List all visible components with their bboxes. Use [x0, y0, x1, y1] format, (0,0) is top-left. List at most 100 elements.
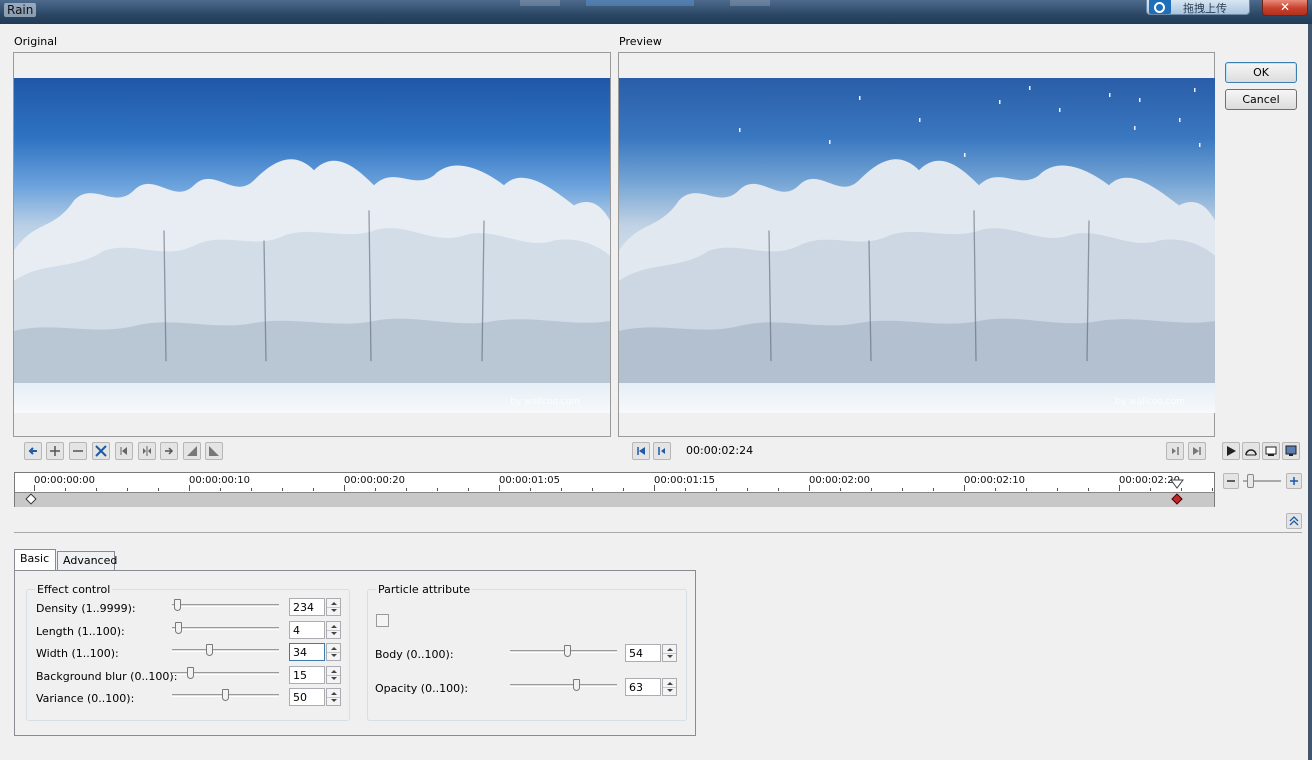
- keyframe-track[interactable]: [15, 492, 1214, 507]
- window-frame-edge: [1308, 24, 1312, 760]
- particle-attribute-spinner[interactable]: [662, 644, 677, 662]
- timeline-major-tick: [189, 485, 190, 491]
- collapse-icon[interactable]: [1286, 513, 1302, 529]
- effect-control-value-input[interactable]: 34: [289, 643, 325, 661]
- particle-attribute-slider-thumb[interactable]: [573, 679, 580, 691]
- step-forward-icon[interactable]: [1166, 442, 1184, 460]
- particle-attribute-value-input[interactable]: 63: [625, 678, 661, 696]
- reverse-keyframes-icon[interactable]: [92, 442, 110, 460]
- effect-control-value-input[interactable]: 234: [289, 598, 325, 616]
- timeline-label: 00:00:00:20: [344, 475, 406, 486]
- tab-basic[interactable]: Basic: [14, 549, 56, 571]
- effect-control-slider-thumb[interactable]: [174, 599, 181, 611]
- timeline-minor-tick: [1088, 488, 1089, 491]
- particle-checkbox[interactable]: [376, 614, 389, 627]
- zoom-slider-thumb[interactable]: [1247, 474, 1254, 488]
- timeline-minor-tick: [65, 488, 66, 491]
- effect-control-value-input[interactable]: 15: [289, 665, 325, 684]
- timeline-minor-tick: [96, 488, 97, 491]
- effect-control-label: Density (1..9999):: [36, 602, 136, 615]
- timeline-minor-tick: [747, 488, 748, 491]
- effect-control-slider-thumb[interactable]: [222, 689, 229, 701]
- effect-control-slider-thumb[interactable]: [187, 666, 194, 679]
- timeline-minor-tick: [1150, 488, 1151, 491]
- particle-attribute-label: Body (0..100):: [375, 648, 454, 661]
- preview-device-icon[interactable]: [1262, 442, 1280, 460]
- preview-watermark: by wallcoo.com: [1115, 397, 1185, 407]
- ok-button[interactable]: OK: [1225, 62, 1297, 83]
- effect-control-slider[interactable]: [172, 604, 279, 607]
- timeline-minor-tick: [1212, 488, 1213, 491]
- tab-advanced[interactable]: Advanced: [57, 551, 117, 571]
- timeline-minor-tick: [313, 488, 314, 491]
- zoom-out-icon[interactable]: [1223, 473, 1239, 489]
- upload-button[interactable]: 拖拽上传: [1146, 0, 1250, 15]
- next-keyframe-icon[interactable]: [160, 442, 178, 460]
- close-button[interactable]: ✕: [1262, 0, 1308, 16]
- timeline-minor-tick: [530, 488, 531, 491]
- particle-attribute-label: Opacity (0..100):: [375, 682, 469, 695]
- original-watermark: by wallcoo.com: [510, 397, 580, 407]
- add-keyframe-icon[interactable]: [46, 442, 64, 460]
- effect-control-slider-thumb[interactable]: [175, 621, 182, 634]
- timeline-minor-tick: [468, 488, 469, 491]
- fade-out-icon[interactable]: [205, 442, 223, 460]
- go-to-start-icon[interactable]: [24, 442, 42, 460]
- effect-control-slider[interactable]: [172, 626, 279, 630]
- timeline-minor-tick: [251, 488, 252, 491]
- particle-attribute-slider-thumb[interactable]: [564, 645, 571, 657]
- timeline-major-tick: [344, 485, 345, 491]
- jump-to-end-icon[interactable]: [1188, 442, 1206, 460]
- timeline-minor-tick: [685, 488, 686, 491]
- title-bar: Rain: [0, 0, 1312, 24]
- timeline[interactable]: 00:00:00:00 00:00:00:10 00:00:00:20 00:0…: [14, 472, 1215, 507]
- effect-control-value-input[interactable]: 50: [289, 688, 325, 706]
- effect-control-spinner[interactable]: [326, 643, 341, 661]
- timeline-minor-tick: [995, 488, 996, 491]
- fade-in-icon[interactable]: [183, 442, 201, 460]
- upload-logo-icon: [1149, 0, 1171, 14]
- effect-control-slider-ticks: [174, 704, 279, 707]
- rain-particles: [739, 86, 1201, 157]
- effect-control-slider[interactable]: [172, 649, 279, 652]
- timeline-minor-tick: [406, 488, 407, 491]
- timeline-label: 00:00:00:10: [189, 475, 251, 486]
- keyframe-split-icon[interactable]: [138, 442, 156, 460]
- effect-control-spinner[interactable]: [326, 620, 341, 639]
- loop-icon[interactable]: [1242, 442, 1260, 460]
- cancel-button[interactable]: Cancel: [1225, 89, 1297, 110]
- effect-control-spinner[interactable]: [326, 688, 341, 706]
- effect-control-slider-thumb[interactable]: [206, 644, 213, 656]
- timeline-minor-tick: [592, 488, 593, 491]
- timeline-label: 00:00:01:05: [499, 475, 561, 486]
- effect-control-spinner[interactable]: [326, 598, 341, 616]
- timeline-minor-tick: [375, 488, 376, 491]
- timeline-minor-tick: [282, 488, 283, 491]
- particle-attribute-slider-ticks: [512, 694, 617, 697]
- effect-control-label: Background blur (0..100):: [36, 669, 178, 683]
- effect-control-slider-ticks: [174, 681, 279, 685]
- particle-attribute-slider[interactable]: [510, 684, 617, 687]
- timeline-minor-tick: [933, 488, 934, 491]
- zoom-in-icon[interactable]: [1286, 473, 1302, 489]
- previous-keyframe-icon[interactable]: [115, 442, 133, 460]
- upload-label: 拖拽上传: [1183, 2, 1227, 15]
- timeline-major-tick: [809, 485, 810, 491]
- original-label: Original: [14, 35, 58, 48]
- timeline-minor-tick: [127, 488, 128, 491]
- timeline-minor-tick: [902, 488, 903, 491]
- effect-control-spinner[interactable]: [326, 665, 341, 684]
- timeline-major-tick: [34, 485, 35, 491]
- particle-attribute-value-input[interactable]: 54: [625, 644, 661, 662]
- step-back-icon[interactable]: [653, 442, 671, 460]
- particle-attribute-spinner[interactable]: [662, 678, 677, 696]
- timeline-major-tick: [964, 485, 965, 491]
- play-icon[interactable]: [1222, 442, 1240, 460]
- effect-control-value-input[interactable]: 4: [289, 620, 325, 639]
- jump-to-start-icon[interactable]: [632, 442, 650, 460]
- timeline-minor-tick: [778, 488, 779, 491]
- remove-keyframe-icon[interactable]: [69, 442, 87, 460]
- effect-control-label: Width (1..100):: [36, 647, 119, 660]
- timeline-minor-tick: [623, 488, 624, 491]
- monitor-icon[interactable]: [1282, 442, 1300, 460]
